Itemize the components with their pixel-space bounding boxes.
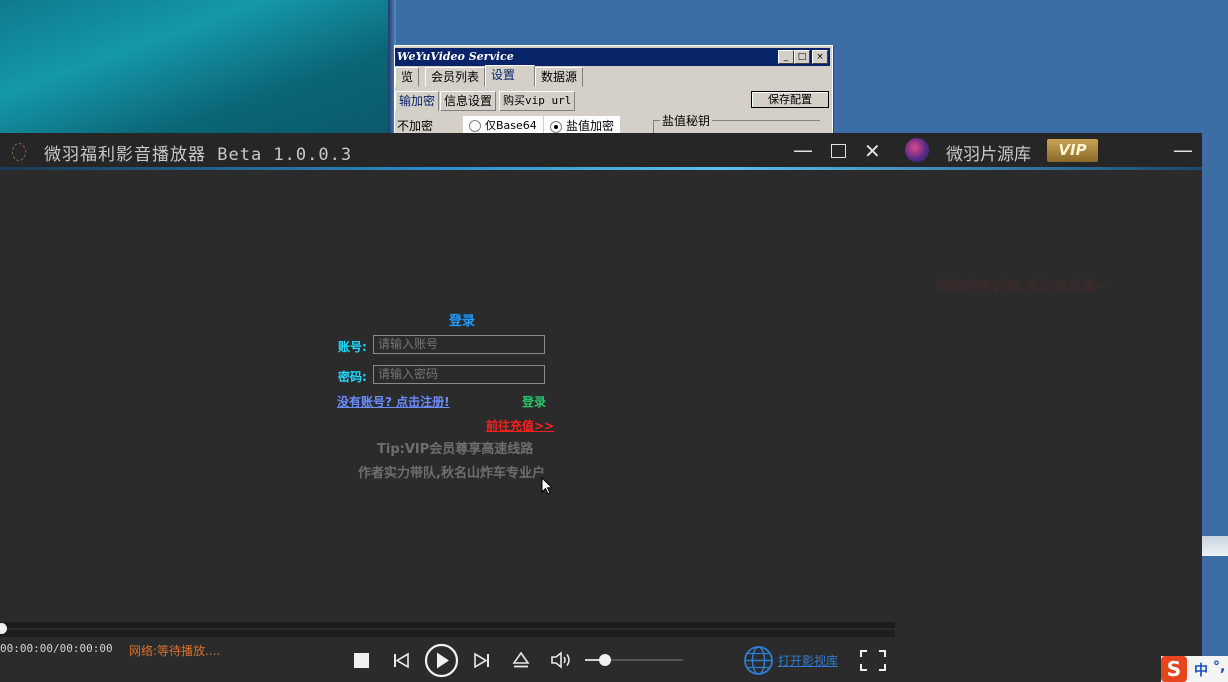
login-button[interactable]: 登录 xyxy=(522,393,546,410)
tip-vip: Tip:VIP会员尊享高速线路 xyxy=(377,442,534,457)
service-tab-overview[interactable]: 览 xyxy=(395,67,420,87)
library-logo-icon xyxy=(905,138,929,162)
library-message: 悄悄的告诉你,会员有彩蛋~ xyxy=(936,279,1108,295)
player-title: 微羽福利影音播放器 Beta 1.0.0.3 xyxy=(44,145,353,165)
ime-punctuation-icon: °, xyxy=(1213,659,1226,675)
volume-knob[interactable] xyxy=(598,654,611,666)
account-label: 账号: xyxy=(338,340,367,354)
account-input[interactable] xyxy=(373,335,545,354)
service-window: WeYuVideo Service _ □ × 览 会员列表 设置 数据源 输加… xyxy=(394,45,833,142)
register-link[interactable]: 没有账号? 点击注册! xyxy=(337,393,450,410)
next-button[interactable] xyxy=(473,652,490,669)
play-button[interactable] xyxy=(424,643,459,678)
service-close-button[interactable]: × xyxy=(812,50,828,64)
desktop-wallpaper xyxy=(0,0,388,135)
option-no-encryption[interactable]: 不加密 xyxy=(397,117,433,134)
password-label: 密码: xyxy=(338,370,367,384)
stop-button[interactable] xyxy=(354,653,369,668)
fullscreen-icon[interactable] xyxy=(860,650,886,671)
mouse-cursor-icon xyxy=(541,477,553,495)
progress-track[interactable] xyxy=(0,622,895,628)
service-tab-settings[interactable]: 设置 xyxy=(485,65,535,87)
service-tab-members[interactable]: 会员列表 xyxy=(425,67,486,87)
ime-mode-label: 中 xyxy=(1194,663,1208,679)
service-subtab-info[interactable]: 信息设置 xyxy=(440,91,497,111)
volume-icon[interactable] xyxy=(550,650,574,670)
service-subtab-buy-vip-url[interactable]: 购买vip url xyxy=(499,91,576,111)
progress-buffer xyxy=(0,630,895,637)
service-save-button[interactable]: 保存配置 xyxy=(751,91,829,108)
service-subtab-encryption[interactable]: 输加密 xyxy=(395,91,440,111)
player-minimize-button[interactable]: — xyxy=(793,140,813,160)
recharge-link[interactable]: 前往充值>> xyxy=(486,417,554,434)
titlebar-glow xyxy=(0,167,1202,170)
player-maximize-button[interactable] xyxy=(831,144,846,158)
radio-base64-icon xyxy=(469,120,481,132)
salt-key-group-label: 盐值秘钥 xyxy=(660,112,713,129)
player-window xyxy=(0,133,1202,682)
service-window-title[interactable]: WeYuVideo Service xyxy=(395,48,830,66)
vip-badge: VIP xyxy=(1047,139,1098,162)
library-minimize-button[interactable]: — xyxy=(1173,140,1193,160)
tip-author: 作者实力带队,秋名山炸车专业户 xyxy=(358,466,545,481)
option-salt-label: 盐值加密 xyxy=(566,119,615,133)
password-input[interactable] xyxy=(373,365,545,384)
service-tab-datasource[interactable]: 数据源 xyxy=(535,67,584,87)
network-status: 网络:等待播放.... xyxy=(129,644,221,658)
time-display: 00:00:00/00:00:00 xyxy=(0,642,113,655)
open-library-link[interactable]: 打开影视库 xyxy=(778,652,838,669)
eject-button[interactable] xyxy=(512,651,530,669)
globe-icon[interactable] xyxy=(743,645,774,676)
previous-button[interactable] xyxy=(393,652,410,669)
option-base64[interactable]: 仅Base64 xyxy=(463,116,543,134)
login-heading: 登录 xyxy=(449,314,476,329)
player-close-button[interactable]: ✕ xyxy=(864,141,881,161)
ime-indicator[interactable]: S 中 °, xyxy=(1161,656,1228,682)
radio-salt-icon xyxy=(550,120,562,133)
app-logo-icon xyxy=(12,143,26,161)
service-maximize-button[interactable]: □ xyxy=(794,50,810,64)
service-minimize-button[interactable]: _ xyxy=(778,50,794,64)
sogou-logo-icon: S xyxy=(1161,656,1187,682)
desktop-window-strip xyxy=(1202,536,1228,556)
option-base64-label: 仅Base64 xyxy=(485,119,537,132)
library-title: 微羽片源库 xyxy=(946,145,1031,165)
